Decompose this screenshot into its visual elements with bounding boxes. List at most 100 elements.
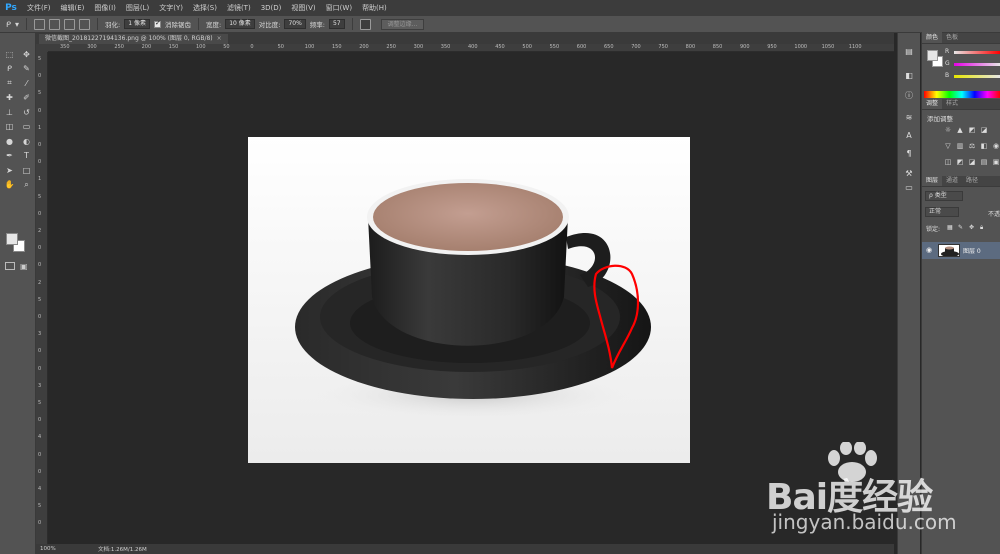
menu-image[interactable]: 图像(I) [89,3,121,13]
crop-icon[interactable]: ⌗ [2,76,17,91]
layer-kind-filter[interactable]: ρ 类型 [925,191,963,201]
ruler-tick-label: 0 [38,262,42,269]
color-spectrum[interactable] [924,91,1000,98]
blend-mode-select[interactable]: 正常 [925,207,959,217]
visibility-eye-icon[interactable]: ◉ [926,246,932,254]
close-icon[interactable]: × [217,35,222,42]
frequency-label: 频率: [309,21,325,29]
invert-icon[interactable]: ◫ [944,158,952,166]
subtract-selection-icon[interactable] [64,18,76,30]
quick-select-icon[interactable]: ✎ [19,62,34,77]
move-icon[interactable]: ✥ [19,47,34,62]
brightness-icon[interactable]: ☼ [944,126,952,134]
tablet-pressure-icon[interactable] [359,18,371,30]
notes-icon[interactable]: ▭ [903,183,915,193]
rectangle-icon[interactable]: □ [19,163,34,178]
lock-all-icon[interactable]: 🔒︎ [980,224,983,232]
type-icon[interactable]: T [19,149,34,164]
antialias-checkbox[interactable] [153,19,161,28]
menu-edit[interactable]: 编辑(E) [56,3,90,13]
blur-icon[interactable]: ● [2,134,17,149]
hue-icon[interactable]: ▥ [956,142,964,150]
menu-view[interactable]: 视图(V) [286,3,320,13]
canvas-area[interactable] [48,52,894,544]
quick-mask-icon[interactable] [5,262,15,270]
tab-swatches[interactable]: 色板 [942,31,962,43]
magnetic-lasso-icon[interactable]: ᑭ [6,20,11,29]
brush-settings-icon[interactable]: ≋ [903,113,915,123]
posterize-icon[interactable]: ◩ [956,158,964,166]
marquee-icon[interactable]: ⬚ [2,47,17,62]
intersect-selection-icon[interactable] [79,18,91,30]
layers-panel: ρ 类型 正常 不透 锁定: ▦ ✎ ✥ 🔒︎ ◉ 图层 0 [922,187,1000,487]
channel-r-slider[interactable] [954,51,1000,54]
contrast-input[interactable]: 70% [284,19,306,29]
menu-filter[interactable]: 滤镜(T) [222,3,256,13]
bw-icon[interactable]: ◧ [980,142,988,150]
menu-type[interactable]: 文字(Y) [154,3,188,13]
ruler-tick-label: 350 [440,44,451,50]
properties-icon[interactable]: ◧ [903,71,915,81]
screen-mode-icon[interactable]: ▣ [20,262,28,271]
photo-filter-icon[interactable]: ◉ [992,142,1000,150]
tool-presets-icon[interactable]: ⚒ [903,169,915,179]
channel-g-slider[interactable] [954,63,1000,66]
levels-icon[interactable]: ▲ [956,126,964,134]
paragraph-icon[interactable]: ¶ [903,149,915,159]
dodge-icon[interactable]: ◐ [19,134,34,149]
foreground-color-swatch[interactable] [927,50,938,61]
hand-icon[interactable]: ✋ [2,178,17,193]
chevron-down-icon[interactable]: ▾ [15,20,19,29]
refine-edge-button[interactable]: 调整边缘... [380,18,425,30]
tab-color[interactable]: 颜色 [922,31,943,43]
menu-help[interactable]: 帮助(H) [357,3,392,13]
lock-image-icon[interactable]: ✎ [958,224,963,231]
vibrance-icon[interactable]: ▽ [944,142,952,150]
pen-icon[interactable]: ✒ [2,149,17,164]
new-selection-icon[interactable] [34,18,46,30]
character-icon[interactable]: A [903,131,915,141]
feather-input[interactable]: 1 像素 [124,19,150,29]
ruler-tick-label: 0 [38,142,42,148]
zoom-level[interactable]: 100% [36,546,60,552]
history-brush-icon[interactable]: ↺ [19,105,34,120]
lock-transparent-icon[interactable]: ▦ [947,224,953,231]
layer-row[interactable]: ◉ 图层 0 [922,242,1000,259]
ruler-tick-label: 750 [658,44,668,50]
add-selection-icon[interactable] [49,18,61,30]
path-select-icon[interactable]: ➤ [2,163,17,178]
curves-icon[interactable]: ◩ [968,126,976,134]
options-bar: ᑭ ▾ 羽化: 1 像素 消除锯齿 宽度: 10 像素 对比度: 70% 频率:… [0,16,1000,33]
eyedropper-icon[interactable]: ⁄ [19,76,34,91]
menu-window[interactable]: 窗口(W) [321,3,357,13]
menu-select[interactable]: 选择(S) [188,3,222,13]
menu-file[interactable]: 文件(F) [22,3,56,13]
gradient-icon[interactable]: ▭ [19,120,34,135]
channel-b-slider[interactable] [954,75,1000,78]
foreground-color-swatch[interactable] [6,233,18,245]
threshold-icon[interactable]: ◪ [968,158,976,166]
zoom-icon[interactable]: ⌕ [19,178,34,193]
balance-icon[interactable]: ⚖ [968,142,976,150]
layer-name[interactable]: 图层 0 [963,246,981,255]
ruler-tick-label: 300 [87,44,97,50]
ruler-tick-label: 300 [413,44,424,50]
history-icon[interactable]: ▤ [903,47,915,57]
brush-icon[interactable]: ✐ [19,91,34,106]
frequency-input[interactable]: 57 [328,19,345,29]
lock-position-icon[interactable]: ✥ [969,224,974,231]
clone-stamp-icon[interactable]: ⊥ [2,105,17,120]
lasso-icon[interactable]: ᑭ [2,62,17,77]
gradient-map-icon[interactable]: ▤ [980,158,988,166]
exposure-icon[interactable]: ◪ [980,126,988,134]
selective-color-icon[interactable]: ▣ [992,158,1000,166]
menu-3d[interactable]: 3D(D) [256,4,287,12]
ruler-tick-label: 600 [576,44,587,50]
eraser-icon[interactable]: ◫ [2,120,17,135]
document-tab[interactable]: 微信截图_20181227194136.png @ 100% (图层 0, RG… [38,33,229,44]
info-icon[interactable]: ⓘ [903,91,915,101]
width-input[interactable]: 10 像素 [225,19,255,29]
menu-layer[interactable]: 图层(L) [121,3,154,13]
healing-brush-icon[interactable]: ✚ [2,91,17,106]
opacity-label: 不透 [988,211,1000,218]
